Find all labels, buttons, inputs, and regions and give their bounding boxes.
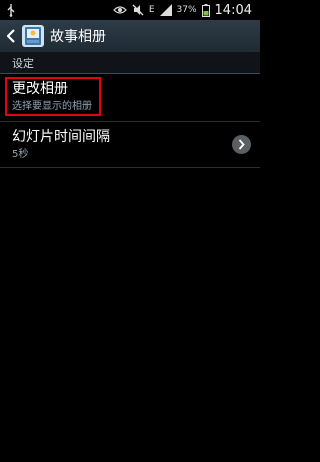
setting-subtitle: 5秒 [12, 149, 29, 160]
usb-icon [6, 3, 16, 17]
chevron-left-icon [7, 29, 15, 43]
data-e-icon: E [148, 5, 155, 15]
clock: 14:04 [214, 2, 252, 18]
story-album-app-icon[interactable] [22, 25, 44, 47]
eye-icon [112, 5, 127, 15]
status-bar: E 37% 14:04 [0, 0, 260, 20]
setting-title: 幻灯片时间间隔 [12, 129, 110, 145]
page-title: 故事相册 [50, 29, 106, 45]
signal-icon [159, 4, 172, 16]
section-header-settings: 设定 [0, 52, 260, 74]
setting-slideshow-interval[interactable]: 幻灯片时间间隔 5秒 [0, 122, 260, 168]
mute-icon [132, 4, 144, 16]
chevron-right-icon[interactable] [232, 135, 251, 154]
highlight-box [5, 77, 101, 116]
action-bar: 故事相册 [0, 20, 260, 52]
section-title: 设定 [12, 56, 34, 70]
back-button[interactable] [4, 29, 18, 43]
battery-icon [201, 3, 210, 17]
battery-percent: 37% [176, 5, 197, 15]
